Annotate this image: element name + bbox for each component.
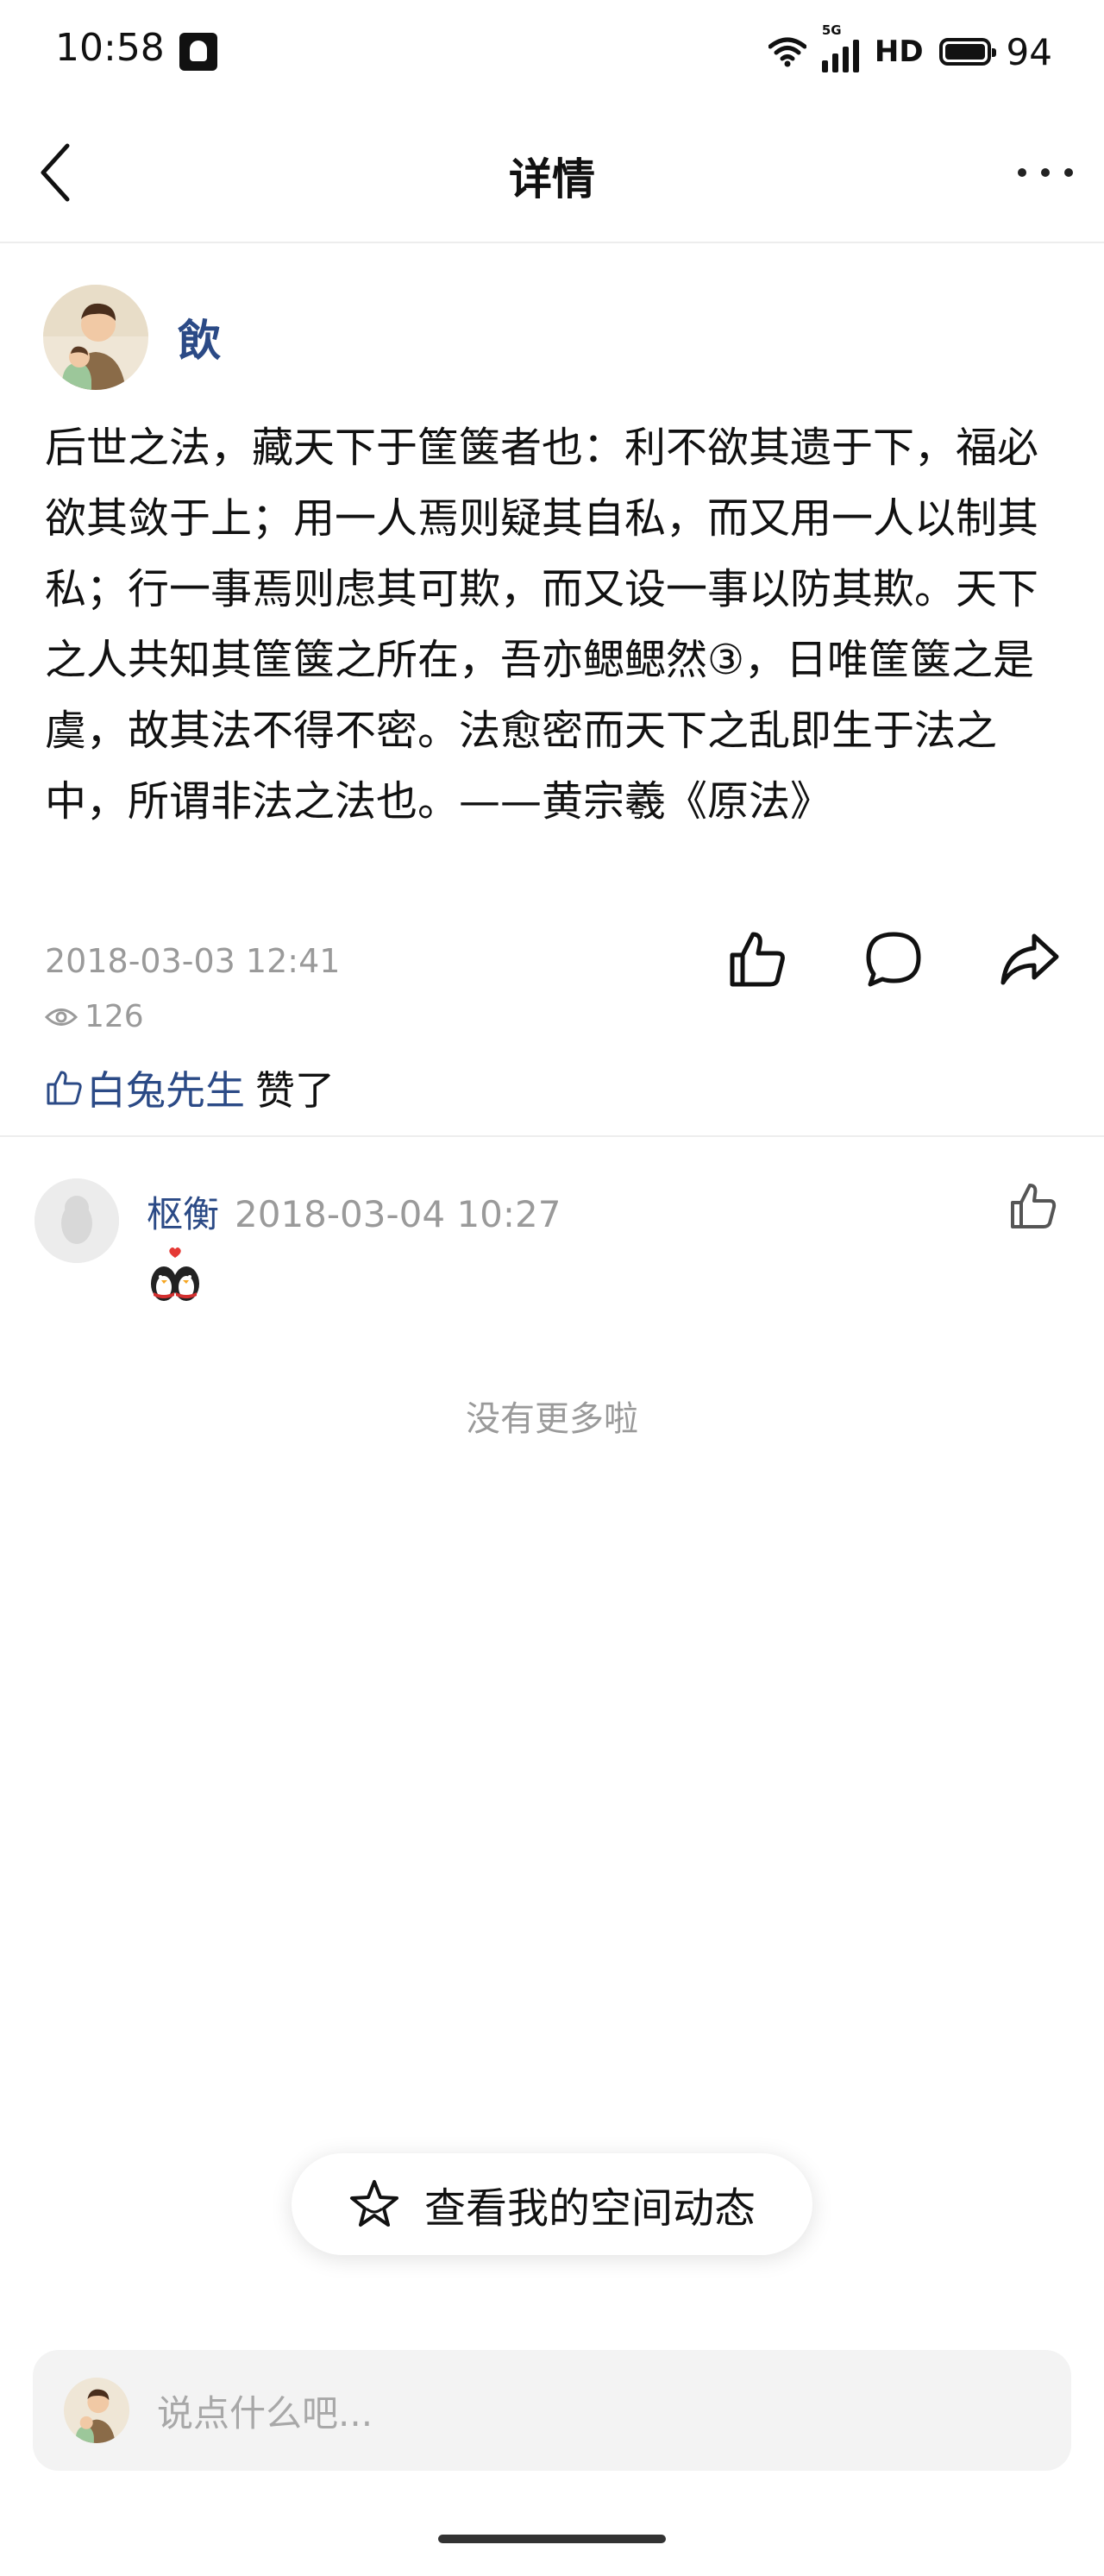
cellular-signal-icon: 5G	[821, 22, 859, 72]
eye-icon	[45, 1008, 78, 1026]
battery-level: 94	[1006, 30, 1052, 73]
thumbs-up-small-icon	[47, 1071, 82, 1105]
more-button[interactable]	[1018, 154, 1073, 192]
more-dots-icon	[1018, 168, 1026, 177]
nav-bar: 详情	[0, 104, 1104, 243]
post-view-count: 126	[45, 999, 144, 1034]
battery-icon	[938, 38, 996, 66]
status-time: 10:58	[55, 26, 165, 70]
wifi-icon	[768, 37, 806, 67]
share-button[interactable]	[999, 928, 1061, 990]
author-avatar[interactable]	[43, 285, 148, 390]
liked-suffix: 赞了	[255, 1067, 335, 1114]
network-type-label: 5G	[821, 22, 842, 38]
status-bar: 10:58 5G HD 94	[0, 0, 1104, 104]
comment-header: 枢衡 2018-03-04 10:27	[147, 1185, 561, 1238]
comment-timestamp: 2018-03-04 10:27	[235, 1193, 561, 1235]
user-avatar	[64, 2378, 129, 2443]
liked-by-user[interactable]: 白兔先生	[86, 1059, 245, 1116]
author-name[interactable]: 飲	[178, 306, 221, 368]
comment-input[interactable]: 说点什么吧...	[157, 2384, 373, 2437]
comment-button[interactable]	[862, 928, 925, 990]
comment-input-bar[interactable]: 说点什么吧...	[33, 2350, 1071, 2471]
page-title: 详情	[509, 154, 595, 204]
hd-indicator: HD	[874, 35, 924, 69]
post-content: 后世之法，藏天下于筐箧者也：利不欲其遗于下，福必欲其敛于上；用一人焉则疑其自私，…	[45, 424, 1039, 826]
penguin-couple-emoji	[151, 1247, 199, 1301]
comment-like-button[interactable]	[1006, 1178, 1061, 1234]
comment-avatar[interactable]	[34, 1178, 119, 1263]
view-space-label: 查看我的空间动态	[423, 2184, 756, 2233]
post-actions	[726, 928, 1061, 990]
view-space-button[interactable]: 查看我的空间动态	[292, 2153, 812, 2255]
like-button[interactable]	[726, 928, 788, 990]
post-timestamp: 2018-03-03 12:41	[45, 942, 341, 980]
comment-bubble-icon	[866, 932, 921, 987]
post-author: 飲	[43, 285, 221, 390]
liked-by-line: 白兔先生 赞了	[45, 1059, 335, 1116]
thumbs-up-icon	[1011, 1184, 1057, 1228]
section-divider	[0, 1135, 1104, 1137]
view-count: 126	[85, 999, 144, 1034]
comment-user[interactable]: 枢衡	[147, 1185, 219, 1238]
share-arrow-icon	[1000, 933, 1059, 985]
status-indicators: 5G HD 94	[768, 22, 1052, 78]
no-more-text: 没有更多啦	[466, 1399, 638, 1439]
qq-notification-icon	[179, 33, 217, 71]
home-indicator[interactable]	[438, 2535, 666, 2543]
star-icon	[349, 2180, 398, 2227]
thumbs-up-icon	[730, 932, 785, 987]
